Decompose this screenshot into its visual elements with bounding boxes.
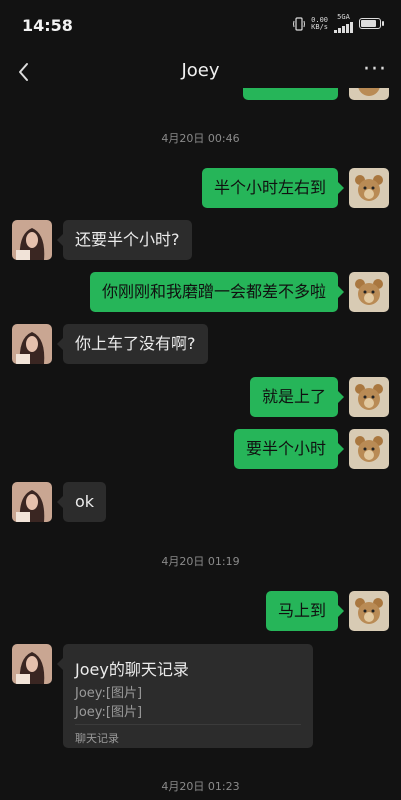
contact-avatar[interactable] — [12, 482, 52, 522]
incoming-message-bubble[interactable]: 还要半个小时? — [57, 220, 192, 260]
battery-icon — [359, 18, 384, 29]
network-type-label: 5GA — [337, 13, 350, 21]
self-avatar[interactable] — [349, 88, 389, 100]
network-speed: 0.00 KB/s — [311, 16, 328, 31]
chat-header: Joey ··· — [0, 52, 401, 92]
vibrate-icon — [293, 16, 306, 31]
chat-title: Joey — [181, 60, 220, 81]
incoming-message-bubble[interactable]: ok — [56, 482, 107, 522]
timestamp: 4月20日 00:46 — [161, 132, 240, 145]
self-avatar[interactable] — [349, 591, 389, 631]
contact-avatar[interactable] — [12, 220, 52, 260]
outgoing-message-bubble[interactable]: 半个小时左右到 — [201, 168, 345, 208]
contact-avatar[interactable] — [12, 644, 52, 684]
card-title: Joey的聊天记录 — [75, 660, 189, 679]
incoming-message-bubble[interactable]: 你上车了没有啊? — [57, 324, 208, 364]
outgoing-message-bubble[interactable]: 马上到 — [265, 591, 345, 631]
self-avatar[interactable] — [349, 272, 389, 312]
outgoing-message-bubble[interactable]: 就是上了 — [249, 377, 345, 417]
self-avatar[interactable] — [349, 377, 389, 417]
card-footer: 聊天记录 — [75, 732, 119, 745]
chat-history-card[interactable]: Joey的聊天记录 Joey:[图片] Joey:[图片] 聊天记录 — [57, 644, 313, 748]
card-line: Joey:[图片] — [75, 686, 143, 701]
outgoing-message-bubble[interactable]: 要半个小时 — [233, 429, 345, 469]
status-icons: 0.00 KB/s 5GA — [293, 14, 384, 33]
battery-fill — [361, 20, 377, 27]
cellular-signal-icon — [334, 21, 353, 33]
timestamp: 4月20日 01:19 — [161, 555, 240, 568]
timestamp: 4月20日 01:23 — [161, 780, 240, 793]
card-divider — [75, 724, 301, 725]
contact-avatar[interactable] — [12, 324, 52, 364]
self-avatar[interactable] — [349, 429, 389, 469]
network-type: 5GA — [334, 14, 353, 33]
status-bar: 14:58 0.00 KB/s 5GA — [0, 0, 401, 52]
previous-message-bubble[interactable] — [243, 88, 338, 100]
self-avatar[interactable] — [349, 168, 389, 208]
outgoing-message-bubble[interactable]: 你刚刚和我磨蹭一会都差不多啦 — [89, 272, 345, 312]
more-dots-icon[interactable]: ··· — [363, 57, 387, 82]
card-line: Joey:[图片] — [75, 705, 143, 720]
network-speed-unit: KB/s — [311, 22, 328, 31]
status-time: 14:58 — [22, 16, 73, 35]
